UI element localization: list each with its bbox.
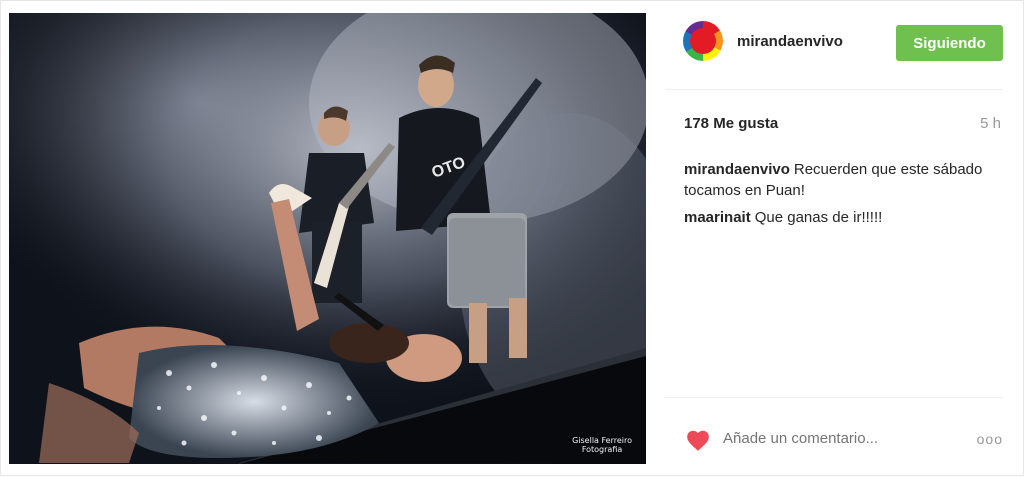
comment-text: Que ganas de ir!!!!! — [754, 209, 883, 226]
post-photo[interactable]: OTO Gisella Ferreiro Fotografia — [9, 13, 646, 464]
photo-credit: Gisella Ferreiro Fotografia — [572, 436, 632, 454]
avatar-logo — [690, 28, 716, 54]
comment-user[interactable]: mirandaenvivo — [684, 161, 790, 178]
heart-icon[interactable] — [685, 428, 711, 452]
credit-name: Gisella Ferreiro — [572, 436, 632, 445]
more-options-icon[interactable]: ooo — [977, 431, 1003, 447]
likes-count[interactable]: 178 Me gusta — [684, 115, 778, 132]
post-time[interactable]: 5 h — [980, 115, 1001, 132]
post-header: mirandaenvivo Siguiendo — [665, 1, 1003, 90]
comment: maarinait Que ganas de ir!!!!! — [684, 207, 984, 228]
post-footer: ooo — [665, 397, 1003, 478]
username[interactable]: mirandaenvivo — [737, 33, 843, 50]
credit-label: Fotografia — [581, 445, 623, 454]
post-side-panel: mirandaenvivo Siguiendo 178 Me gusta 5 h… — [665, 1, 1024, 477]
avatar[interactable] — [683, 21, 723, 61]
comment-user[interactable]: maarinait — [684, 209, 751, 226]
comment: mirandaenvivo Recuerden que este sábado t… — [684, 159, 984, 201]
following-button[interactable]: Siguiendo — [896, 25, 1003, 61]
add-comment-input[interactable] — [723, 430, 923, 447]
instagram-post: OTO Gisella Ferreiro Fotografia mirandae… — [0, 0, 1024, 476]
comments-list: mirandaenvivo Recuerden que este sábado t… — [684, 159, 984, 234]
concert-photo: OTO — [9, 13, 646, 464]
